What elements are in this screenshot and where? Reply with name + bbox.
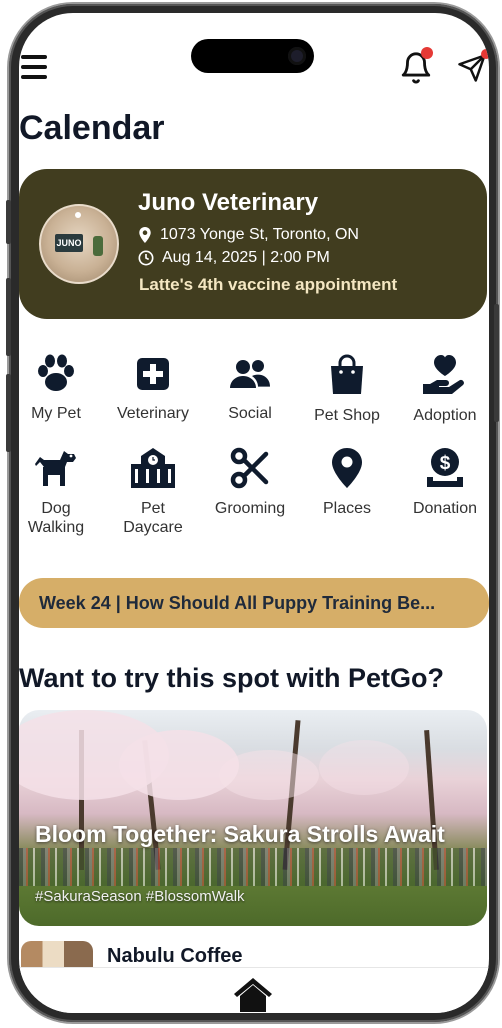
service-label: Pet Shop: [314, 407, 380, 424]
donation-icon: $: [427, 448, 463, 487]
service-label: Social: [228, 405, 272, 422]
medical-cross-icon: [137, 358, 169, 390]
service-places[interactable]: Places: [299, 447, 395, 518]
clinic-address: 1073 Yonge St, Toronto, ON: [160, 226, 359, 243]
service-veterinary[interactable]: Veterinary: [105, 354, 201, 423]
service-label: Donation: [412, 500, 478, 517]
service-pet-shop[interactable]: Pet Shop: [299, 354, 395, 425]
svg-text:$: $: [440, 453, 451, 474]
silent-switch: [6, 200, 11, 244]
clinic-address-row: 1073 Yonge St, Toronto, ON: [138, 226, 359, 244]
service-label: Veterinary: [116, 405, 190, 422]
scissors-icon: [230, 447, 269, 489]
next-spot-title[interactable]: Nabulu Coffee: [107, 945, 243, 968]
service-label: Adoption: [413, 407, 477, 424]
location-pin-icon: [139, 227, 151, 243]
appointment-note: Latte's 4th vaccine appointment: [139, 275, 398, 294]
paw-icon: [38, 354, 74, 391]
spot-tags: #SakuraSeason #BlossomWalk: [35, 888, 245, 905]
service-donation[interactable]: $ Donation: [397, 447, 489, 518]
clock-icon: [138, 250, 154, 266]
home-icon[interactable]: [232, 976, 274, 1012]
power-button: [494, 304, 499, 422]
clinic-avatar: JUNO: [39, 204, 119, 284]
spot-section-title: Want to try this spot with PetGo?: [19, 663, 444, 693]
appointment-time-row: Aug 14, 2025 | 2:00 PM: [138, 249, 330, 267]
app-screen: Calendar JUNO Juno Veterinary 1073 Yonge…: [19, 13, 489, 1013]
service-label: Places: [322, 500, 372, 517]
page-title: Calendar: [19, 109, 165, 147]
service-pet-daycare[interactable]: Pet Daycare: [105, 447, 201, 537]
dog-icon: [35, 451, 76, 486]
service-dog-walking[interactable]: Dog Walking: [19, 447, 104, 537]
dynamic-island: [191, 39, 314, 73]
message-badge: [481, 49, 489, 59]
daycare-building-icon: [131, 448, 175, 488]
notification-badge: [421, 47, 433, 59]
shopping-bag-icon: [331, 354, 363, 394]
spot-title: Bloom Together: Sakura Strolls Await: [35, 821, 445, 847]
hamburger-icon[interactable]: [21, 55, 49, 79]
clinic-sign: JUNO: [55, 234, 83, 252]
featured-spot-card[interactable]: Bloom Together: Sakura Strolls Await #Sa…: [19, 710, 487, 926]
map-pin-icon: [332, 448, 362, 488]
service-my-pet[interactable]: My Pet: [19, 354, 104, 423]
volume-down-button: [6, 374, 11, 452]
heart-hand-icon: [423, 355, 464, 394]
camera-icon: [288, 47, 306, 65]
users-icon: [230, 360, 270, 388]
service-label: Dog Walking: [27, 500, 85, 536]
service-grooming[interactable]: Grooming: [202, 447, 298, 518]
service-label: Grooming: [214, 500, 286, 517]
clinic-name: Juno Veterinary: [138, 189, 319, 216]
service-label: Pet Daycare: [123, 500, 183, 536]
service-adoption[interactable]: Adoption: [397, 354, 489, 425]
weekly-article-banner[interactable]: Week 24 | How Should All Puppy Training …: [19, 578, 489, 628]
volume-up-button: [6, 278, 11, 356]
service-social[interactable]: Social: [202, 354, 298, 423]
appointment-datetime: Aug 14, 2025 | 2:00 PM: [162, 249, 330, 266]
service-label: My Pet: [31, 405, 81, 422]
